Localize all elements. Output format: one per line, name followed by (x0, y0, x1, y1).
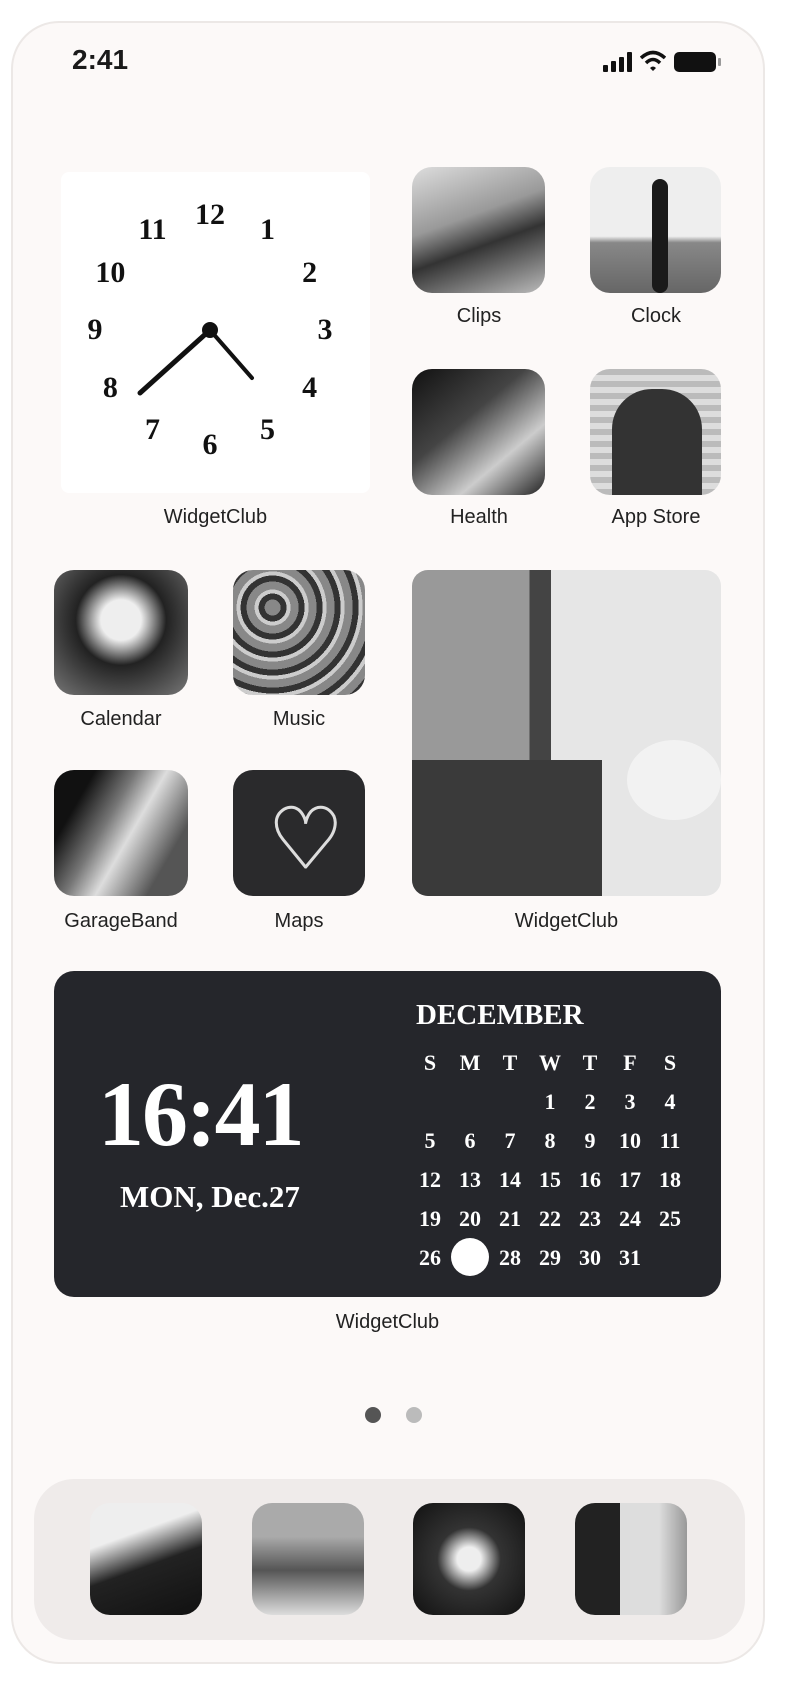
widget-date: MON, Dec.27 (120, 1179, 300, 1214)
calendar-day: 26 (419, 1245, 441, 1270)
calendar-day: 30 (579, 1245, 601, 1270)
calendar-day: 3 (624, 1089, 636, 1114)
dock-app-1[interactable] (90, 1503, 202, 1615)
calendar-day: 10 (619, 1128, 641, 1153)
app-label: Clock (630, 305, 681, 327)
heart-icon: ♥ (268, 791, 344, 889)
widget-time: 16:41 (98, 1063, 305, 1165)
calendar-day: 9 (584, 1128, 596, 1153)
app-calendar[interactable] (54, 570, 188, 695)
weekday: S (663, 1050, 677, 1075)
app-clips[interactable] (412, 167, 545, 293)
calendar-day: 17 (619, 1167, 641, 1192)
calendar-day: 15 (539, 1167, 561, 1192)
clock-number: 11 (138, 213, 167, 247)
calendar-month: DECEMBER (416, 999, 584, 1031)
calendar-day: 24 (619, 1206, 641, 1231)
photo-widget-label: WidgetClub (514, 910, 619, 932)
calendar-day: 19 (419, 1206, 441, 1231)
calendar-day: 16 (579, 1167, 601, 1192)
dock-app-4[interactable] (575, 1503, 687, 1615)
clock-number: 9 (87, 313, 103, 346)
calendar-widget-label: WidgetClub (335, 1311, 440, 1333)
weekday: T (502, 1050, 518, 1075)
app-health[interactable] (412, 369, 545, 495)
minute-hand (208, 328, 254, 380)
signal-icon (603, 52, 632, 72)
calendar-day: 22 (539, 1206, 561, 1231)
clock-number: 6 (202, 428, 218, 461)
battery-icon (674, 52, 721, 72)
status-time: 2:41 (72, 44, 129, 75)
page-dot-active[interactable] (365, 1407, 381, 1423)
app-label: Music (272, 708, 326, 730)
calendar-day: 29 (539, 1245, 561, 1270)
clock-number: 5 (260, 412, 275, 446)
app-garageband[interactable] (54, 770, 188, 896)
app-clock[interactable] (590, 167, 721, 293)
app-label: Maps (274, 910, 324, 932)
calendar-day: 2 (584, 1089, 596, 1114)
calendar-day: 18 (659, 1167, 681, 1192)
calendar-day: 25 (659, 1206, 681, 1231)
today-circle (451, 1238, 489, 1276)
calendar-day: 7 (504, 1128, 516, 1153)
app-label: Health (450, 506, 508, 528)
calendar-day: 12 (419, 1167, 441, 1192)
weekday: M (459, 1050, 481, 1075)
weekday: F (623, 1050, 637, 1075)
weekday: S (423, 1050, 437, 1075)
clock-number: 1 (260, 213, 275, 247)
weekday: W (539, 1050, 561, 1075)
calendar-day: 11 (659, 1128, 681, 1153)
calendar-day: 13 (459, 1167, 481, 1192)
clock-widget-label: WidgetClub (163, 506, 268, 528)
app-label: App Store (611, 506, 701, 528)
calendar-widget[interactable]: 16:41 MON, Dec.27 DECEMBER SMTWTFS123456… (54, 971, 721, 1297)
calendar-day: 1 (544, 1089, 556, 1114)
calendar-day: 28 (499, 1245, 521, 1270)
app-label: Clips (456, 305, 502, 327)
calendar-grid: S M T W T F S 1 2 3 4 5 6 7 8 9 10 11 12 13 14 15 16 17 18 19 20 21… (410, 1043, 690, 1277)
app-label: GarageBand (64, 910, 178, 932)
clock-number: 12 (195, 198, 225, 231)
wifi-icon (640, 50, 666, 71)
calendar-day: 14 (499, 1167, 521, 1192)
calendar-day (410, 1082, 450, 1121)
calendar-day: 21 (499, 1206, 521, 1231)
calendar-day: 4 (664, 1089, 676, 1114)
today-marker (450, 1238, 490, 1277)
status-icons (603, 50, 721, 72)
hour-hand (137, 327, 213, 396)
calendar-day (490, 1082, 530, 1121)
app-music[interactable] (233, 570, 365, 695)
clock-center (202, 322, 218, 338)
calendar-day (450, 1082, 490, 1121)
clock-number: 4 (302, 370, 318, 404)
dock-app-2[interactable] (252, 1503, 364, 1615)
app-label: Calendar (80, 708, 162, 730)
calendar-day: 31 (619, 1245, 641, 1270)
calendar-day: 23 (579, 1206, 601, 1231)
weekday: T (582, 1050, 598, 1075)
calendar-day: 6 (464, 1128, 476, 1153)
clock-number: 10 (95, 255, 126, 289)
dock-app-3[interactable] (413, 1503, 525, 1615)
calendar-day: 8 (544, 1128, 556, 1153)
calendar-day: 5 (424, 1128, 436, 1153)
photo-widget[interactable] (412, 570, 721, 896)
app-app-store[interactable] (590, 369, 721, 495)
clock-number: 3 (317, 313, 333, 346)
clock-number: 2 (302, 255, 318, 289)
clock-number: 7 (145, 412, 160, 446)
clock-widget[interactable]: 12 1 2 3 4 5 6 7 8 9 10 11 (61, 172, 370, 493)
calendar-day: 20 (459, 1206, 481, 1231)
app-maps[interactable]: ♥ (233, 770, 365, 896)
page-dot[interactable] (406, 1407, 422, 1423)
clock-number: 8 (102, 370, 118, 404)
